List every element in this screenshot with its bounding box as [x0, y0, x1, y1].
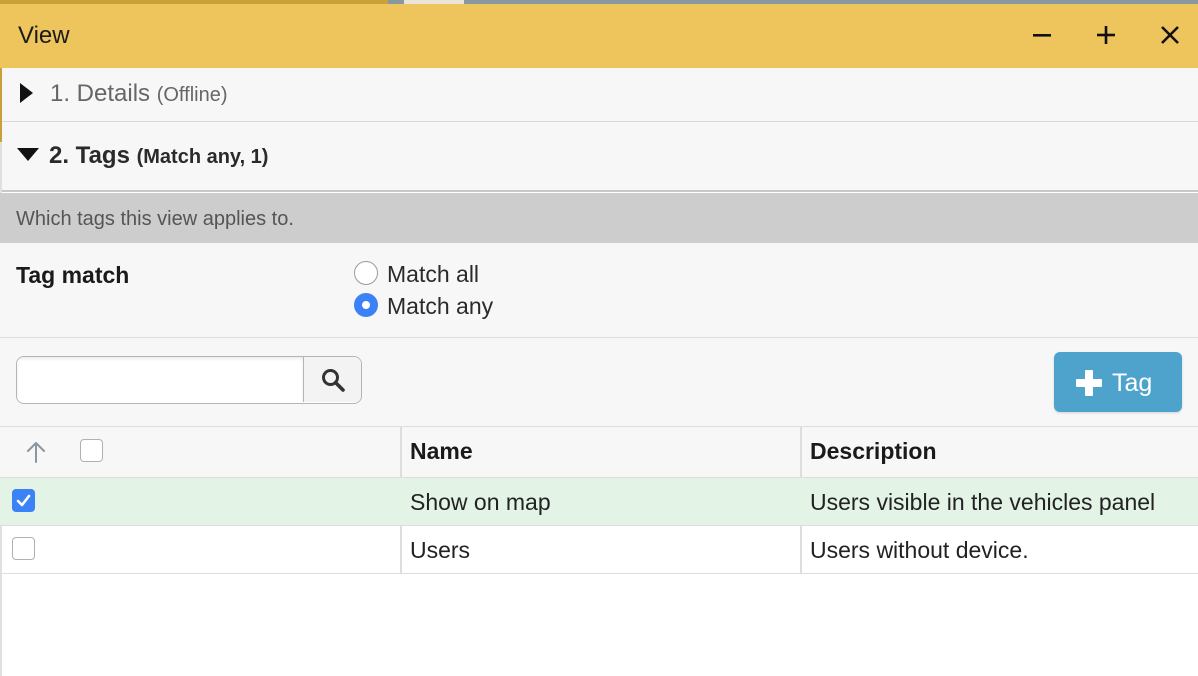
search-box	[16, 356, 362, 404]
grid-header	[0, 426, 1198, 478]
search-button[interactable]	[303, 357, 361, 402]
close-icon	[1161, 26, 1179, 44]
search-icon	[322, 369, 345, 392]
maximize-button[interactable]	[1088, 17, 1124, 53]
window-title: View	[18, 22, 70, 49]
tags-description: Which tags this view applies to.	[16, 208, 294, 230]
radio-match-all-label[interactable]: Match all	[387, 261, 479, 288]
tag-match-label: Tag match	[16, 262, 130, 288]
checkmark-icon	[16, 494, 31, 507]
section-details-title[interactable]: 1. Details (Offline)	[50, 80, 227, 108]
minimize-icon	[1033, 34, 1051, 37]
select-all-checkbox[interactable]	[80, 439, 103, 462]
add-tag-button[interactable]: Tag	[1054, 352, 1182, 412]
section-tags-label: 2. Tags	[49, 142, 130, 169]
minimize-button[interactable]	[1024, 17, 1060, 53]
plus-icon	[1076, 370, 1102, 396]
panel-border-accent	[0, 68, 2, 142]
cell-description: Users without device.	[810, 537, 1029, 563]
cell-description: Users visible in the vehicles panel	[810, 489, 1156, 515]
window-titlebar[interactable]: View	[0, 4, 1198, 68]
expand-triangle-icon[interactable]	[20, 83, 33, 103]
collapse-triangle-icon[interactable]	[17, 148, 39, 161]
radio-match-all[interactable]	[354, 261, 378, 285]
search-input[interactable]	[17, 357, 303, 402]
section-details-status: (Offline)	[156, 84, 228, 106]
section-tags-status: (Match any, 1)	[136, 146, 269, 168]
close-button[interactable]	[1152, 17, 1188, 53]
add-tag-label: Tag	[1112, 369, 1153, 397]
radio-match-any[interactable]	[354, 293, 378, 317]
section-details-label: 1. Details	[50, 80, 151, 107]
column-header-name[interactable]: Name	[410, 438, 473, 465]
row-checkbox[interactable]	[12, 489, 35, 512]
cell-name: Users	[410, 537, 471, 563]
maximize-icon	[1097, 26, 1115, 44]
cell-name: Show on map	[410, 489, 551, 515]
section-tags-title[interactable]: 2. Tags (Match any, 1)	[49, 142, 268, 170]
column-header-description[interactable]: Description	[810, 438, 937, 465]
tag-match-area	[0, 243, 1198, 338]
radio-match-any-label[interactable]: Match any	[387, 293, 493, 320]
row-checkbox[interactable]	[12, 537, 35, 560]
sort-up-arrow-icon[interactable]	[24, 440, 48, 464]
